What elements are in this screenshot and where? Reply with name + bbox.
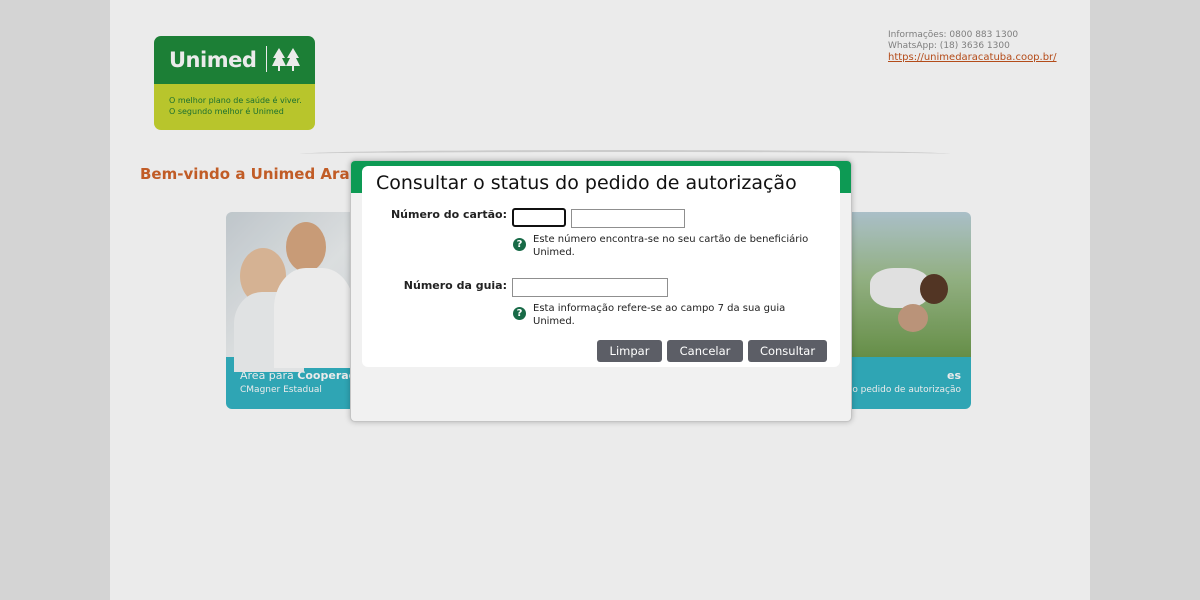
dialog-title: Consultar o status do pedido de autoriza… (376, 172, 797, 194)
card-number-hint: Este número encontra-se no seu cartão de… (533, 234, 809, 258)
clear-button[interactable]: Limpar (597, 340, 662, 362)
help-icon: ? (513, 238, 526, 251)
guide-number-hint: Esta informação refere-se ao campo 7 da … (533, 303, 786, 327)
card-number-part2-input[interactable] (571, 209, 685, 228)
submit-button[interactable]: Consultar (748, 340, 827, 362)
dialog-content: Consultar o status do pedido de autoriza… (362, 166, 840, 367)
card-number-label: Número do cartão: (390, 208, 507, 221)
card-number-part1-input[interactable] (512, 208, 566, 227)
guide-number-label: Número da guia: (403, 279, 507, 292)
guide-number-input[interactable] (512, 278, 668, 297)
help-icon: ? (513, 307, 526, 320)
authorization-status-dialog: Consultar o status do pedido de autoriza… (350, 160, 852, 422)
cancel-button[interactable]: Cancelar (667, 340, 743, 362)
